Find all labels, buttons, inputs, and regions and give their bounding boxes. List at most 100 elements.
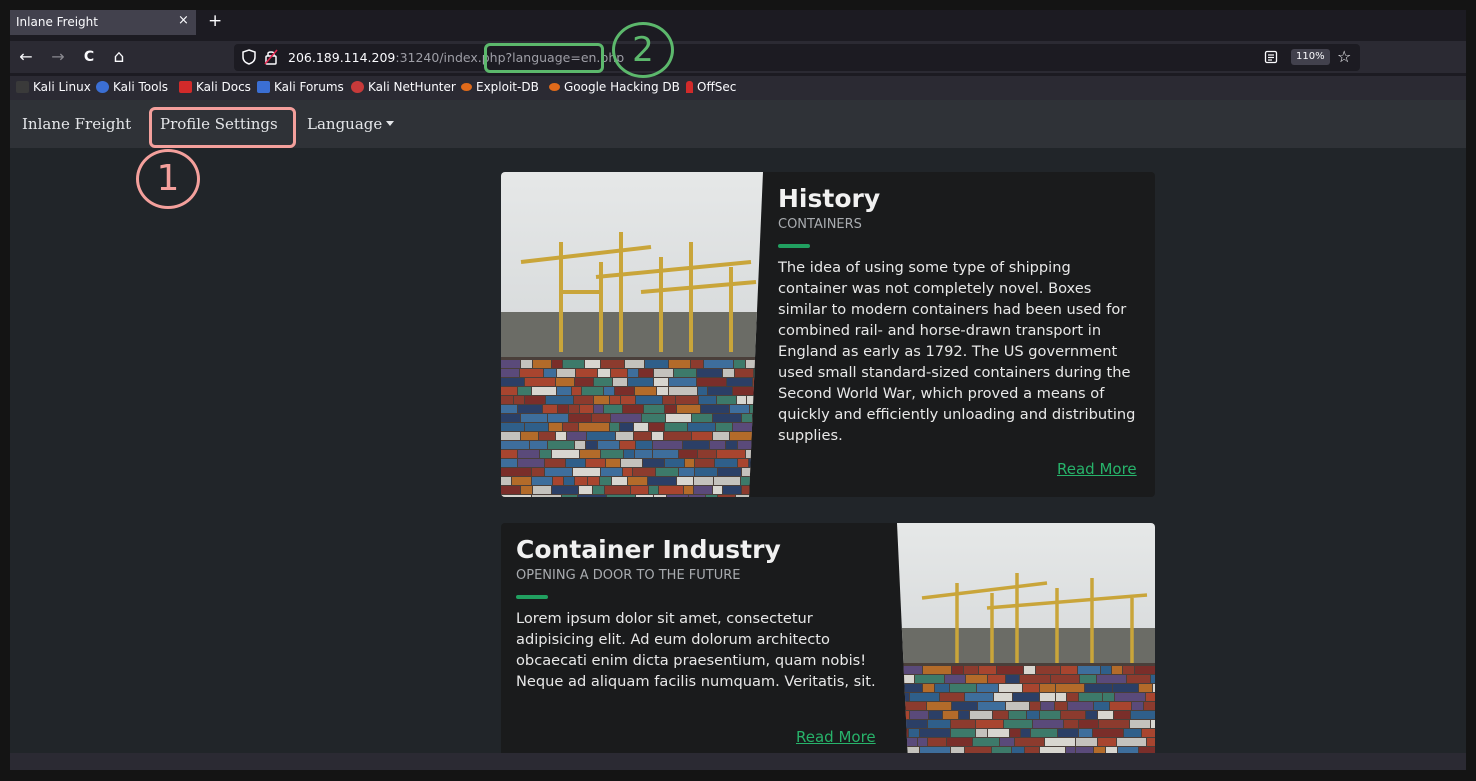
container-block — [727, 378, 752, 386]
container-block — [684, 486, 693, 494]
container-block — [688, 423, 715, 431]
container-block — [652, 432, 663, 440]
container-block — [1076, 738, 1097, 746]
container-block — [718, 495, 735, 497]
container-block — [567, 432, 586, 440]
bookmark-label: Kali NetHunter — [368, 80, 456, 94]
container-block — [540, 450, 551, 458]
container-block — [940, 693, 964, 701]
container-block — [586, 441, 597, 449]
container-block — [966, 675, 987, 683]
container-block — [1068, 702, 1093, 710]
container-block — [598, 369, 610, 377]
container-block — [557, 369, 575, 377]
container-block — [580, 450, 600, 458]
read-more-link[interactable]: Read More — [796, 728, 876, 746]
container-block — [1085, 684, 1112, 692]
bookmark-label: Exploit-DB — [476, 80, 539, 94]
container-block — [648, 477, 676, 485]
container-block — [562, 495, 577, 497]
container-block — [624, 450, 634, 458]
container-block — [1013, 693, 1039, 701]
container-block — [501, 387, 517, 395]
container-block — [923, 666, 951, 674]
read-more-link[interactable]: Read More — [1057, 460, 1137, 478]
container-block — [1135, 666, 1155, 674]
container-block — [757, 387, 763, 395]
nav-language-dropdown[interactable]: Language — [307, 115, 395, 133]
container-block — [1097, 675, 1126, 683]
container-block — [1101, 666, 1111, 674]
container-block — [586, 459, 605, 467]
container-block — [979, 666, 996, 674]
tab-close-icon[interactable]: × — [178, 13, 189, 28]
container-block — [607, 495, 635, 497]
browser-tab[interactable]: Inlane Freight × — [10, 10, 196, 35]
new-tab-icon[interactable]: + — [208, 11, 222, 31]
container-block — [610, 396, 620, 404]
container-block — [952, 702, 977, 710]
container-block — [575, 477, 587, 485]
reload-icon[interactable]: C — [79, 47, 99, 67]
bookmark-exploit-db[interactable]: Exploit-DB — [461, 80, 539, 94]
container-block — [999, 684, 1022, 692]
bookmark-kali-linux[interactable]: Kali Linux — [16, 80, 91, 94]
container-block — [757, 495, 763, 497]
container-block — [1033, 720, 1063, 728]
container-block — [1080, 675, 1096, 683]
container-block — [897, 711, 909, 719]
container-block — [929, 711, 942, 719]
container-block — [574, 396, 593, 404]
container-block — [695, 459, 714, 467]
container-block — [664, 432, 691, 440]
container-block — [578, 495, 606, 497]
annotation-marker-1: 1 — [136, 149, 200, 209]
container-block — [649, 423, 664, 431]
container-block — [897, 693, 909, 701]
container-block — [753, 378, 763, 386]
container-block — [628, 378, 653, 386]
container-block — [923, 684, 934, 692]
container-block — [525, 396, 545, 404]
container-block — [552, 486, 578, 494]
home-icon[interactable]: ⌂ — [109, 47, 129, 67]
container-block — [585, 360, 600, 368]
url-bar[interactable]: 206.189.114.209:31240/index.php?language… — [234, 44, 1360, 71]
bookmark-kali-docs[interactable]: Kali Docs — [179, 80, 251, 94]
bookmark-kali-forums[interactable]: Kali Forums — [257, 80, 344, 94]
reader-view-icon[interactable] — [1264, 50, 1278, 64]
bookmark-kali-tools[interactable]: Kali Tools — [96, 80, 168, 94]
container-block — [1006, 675, 1019, 683]
back-icon[interactable]: ← — [16, 47, 36, 67]
container-block — [1079, 693, 1102, 701]
container-block — [1115, 693, 1145, 701]
container-block — [657, 387, 668, 395]
kali-tools-icon — [96, 81, 109, 93]
container-block — [710, 441, 725, 449]
forward-icon[interactable]: → — [48, 47, 68, 67]
shield-icon[interactable] — [242, 49, 256, 65]
container-block — [556, 378, 574, 386]
container-block — [611, 369, 627, 377]
site-brand[interactable]: Inlane Freight — [22, 115, 131, 133]
container-block — [738, 459, 748, 467]
container-block — [615, 387, 634, 395]
bookmark-google-hacking-db[interactable]: Google Hacking DB — [549, 80, 680, 94]
container-block — [593, 486, 604, 494]
container-block — [1006, 702, 1029, 710]
bookmark-offsec[interactable]: OffSec — [686, 80, 736, 94]
container-block — [951, 729, 975, 737]
container-block — [1040, 684, 1055, 692]
language-label: Language — [307, 115, 383, 133]
insecure-lock-icon[interactable] — [264, 49, 278, 65]
container-block — [1030, 702, 1040, 710]
container-block — [669, 387, 697, 395]
bookmark-kali-nethunter[interactable]: Kali NetHunter — [351, 80, 456, 94]
container-block — [1093, 729, 1123, 737]
zoom-level-badge[interactable]: 110% — [1291, 49, 1330, 65]
container-block — [501, 486, 520, 494]
container-block — [1123, 666, 1134, 674]
bookmark-star-icon[interactable]: ☆ — [1337, 47, 1351, 66]
container-block — [897, 684, 922, 692]
container-block — [713, 414, 741, 422]
